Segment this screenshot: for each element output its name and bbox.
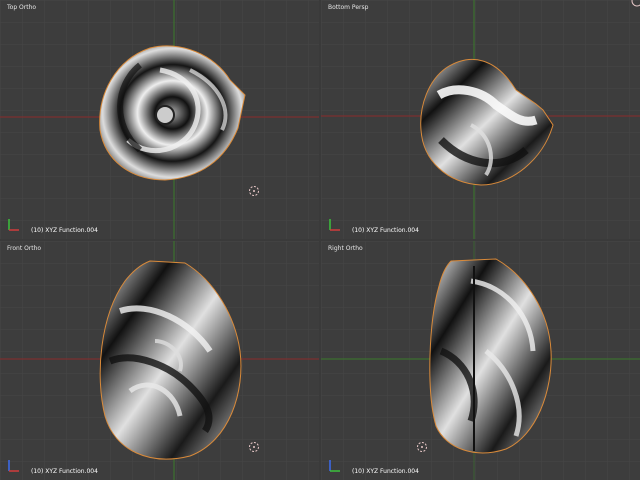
axis-gizmo-icon bbox=[329, 219, 340, 231]
object-name-label: (10) XYZ Function.004 bbox=[352, 227, 419, 234]
object-name-label: (10) XYZ Function.004 bbox=[31, 468, 98, 475]
axis-gizmo-icon bbox=[329, 460, 340, 472]
viewport-view-label: Bottom Persp bbox=[328, 4, 369, 11]
3d-cursor-icon[interactable] bbox=[248, 185, 260, 197]
navigation-widget-icon[interactable] bbox=[630, 0, 640, 8]
viewport-top-ortho[interactable]: Top Ortho (10) XYZ Function.004 bbox=[0, 0, 319, 239]
axis-gizmo-icon bbox=[8, 460, 19, 472]
xyz-function-mesh[interactable] bbox=[321, 241, 640, 480]
xyz-function-mesh[interactable] bbox=[321, 0, 640, 239]
viewport-front-ortho[interactable]: Front Ortho (10) XYZ Function.004 bbox=[0, 241, 319, 480]
viewport-right-ortho[interactable]: Right Ortho (10) XYZ Function.004 bbox=[321, 241, 640, 480]
object-name-label: (10) XYZ Function.004 bbox=[31, 227, 98, 234]
object-name-label: (10) XYZ Function.004 bbox=[352, 468, 419, 475]
viewport-bottom-persp[interactable]: Bottom Persp (10) XYZ Function.004 bbox=[321, 0, 640, 239]
xyz-function-mesh[interactable] bbox=[0, 0, 319, 239]
viewport-view-label: Right Ortho bbox=[328, 245, 363, 252]
xyz-function-mesh[interactable] bbox=[0, 241, 319, 480]
viewport-view-label: Top Ortho bbox=[7, 4, 37, 11]
viewport-view-label: Front Ortho bbox=[7, 245, 42, 252]
3d-cursor-icon[interactable] bbox=[248, 441, 260, 453]
3d-cursor-icon[interactable] bbox=[416, 441, 428, 453]
axis-gizmo-icon bbox=[8, 219, 19, 231]
